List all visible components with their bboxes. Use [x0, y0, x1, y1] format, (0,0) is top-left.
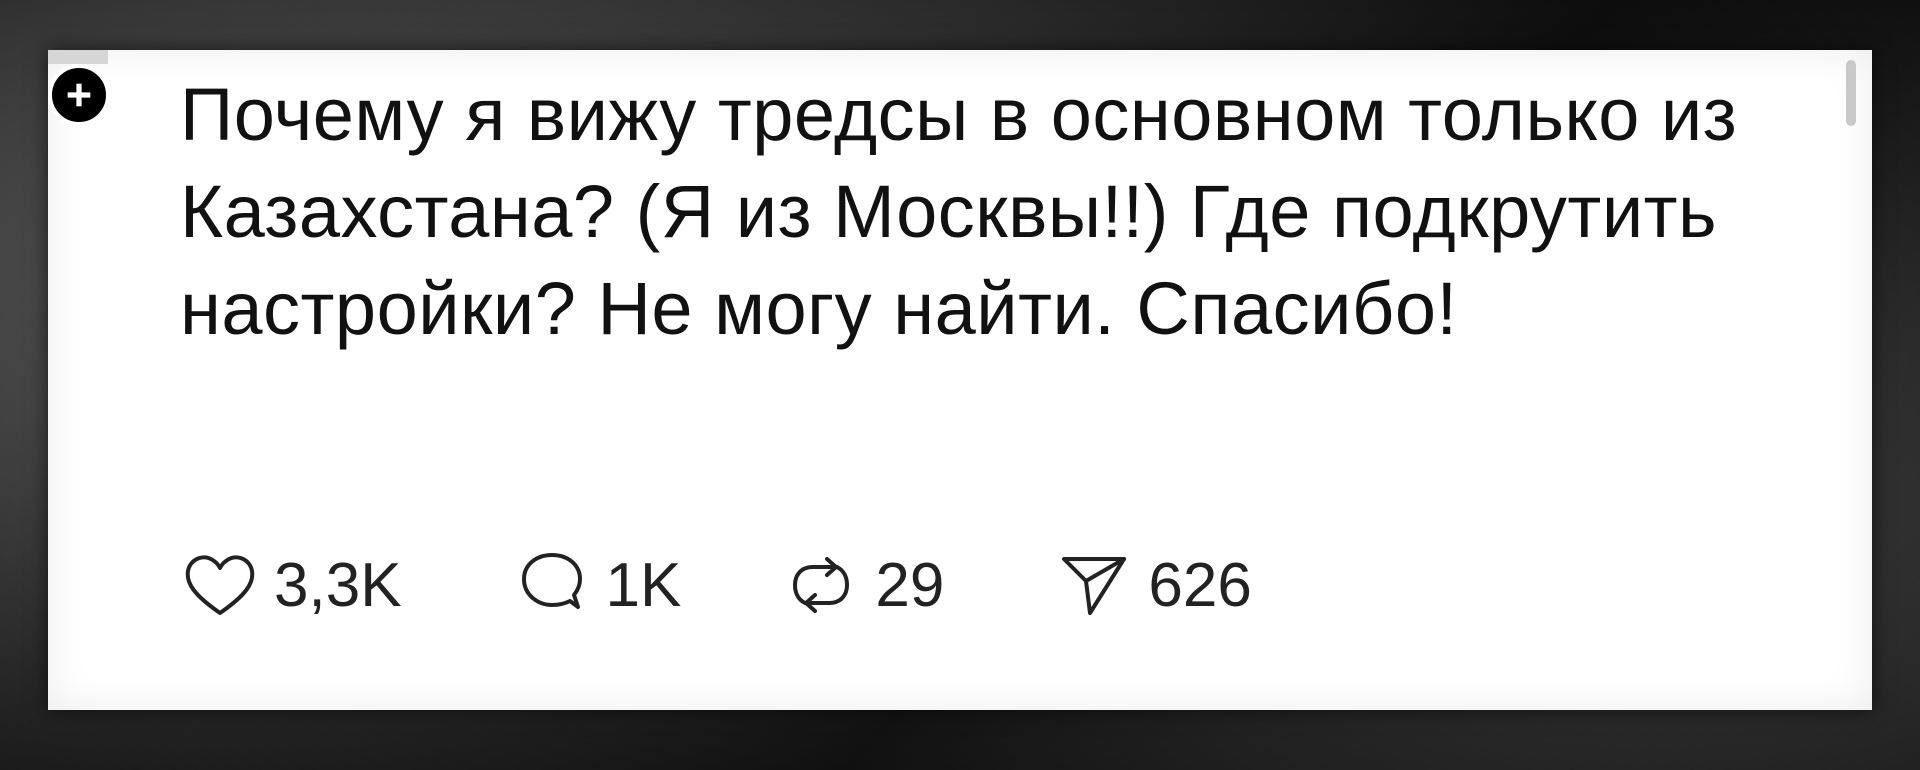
post-actions-bar: 3,3K 1K 29 626	[180, 540, 1252, 630]
threads-post-card: Почему я вижу тредсы в основном только и…	[48, 50, 1872, 710]
heart-icon	[185, 555, 255, 615]
scrollbar[interactable]	[1846, 60, 1856, 126]
share-button[interactable]: 626	[1054, 545, 1252, 625]
reply-count: 1K	[605, 550, 682, 620]
reply-button[interactable]: 1K	[512, 545, 682, 625]
comment-icon	[521, 553, 582, 609]
avatar[interactable]	[48, 50, 108, 64]
repost-count: 29	[875, 550, 945, 620]
share-count: 626	[1148, 550, 1252, 620]
follow-plus-icon[interactable]	[48, 64, 110, 126]
send-icon	[1062, 557, 1127, 615]
like-button[interactable]: 3,3K	[180, 545, 402, 625]
like-count: 3,3K	[274, 550, 402, 620]
repost-icon	[793, 557, 850, 613]
post-text: Почему я вижу тредсы в основном только и…	[180, 73, 1738, 350]
repost-button[interactable]: 29	[781, 545, 944, 625]
